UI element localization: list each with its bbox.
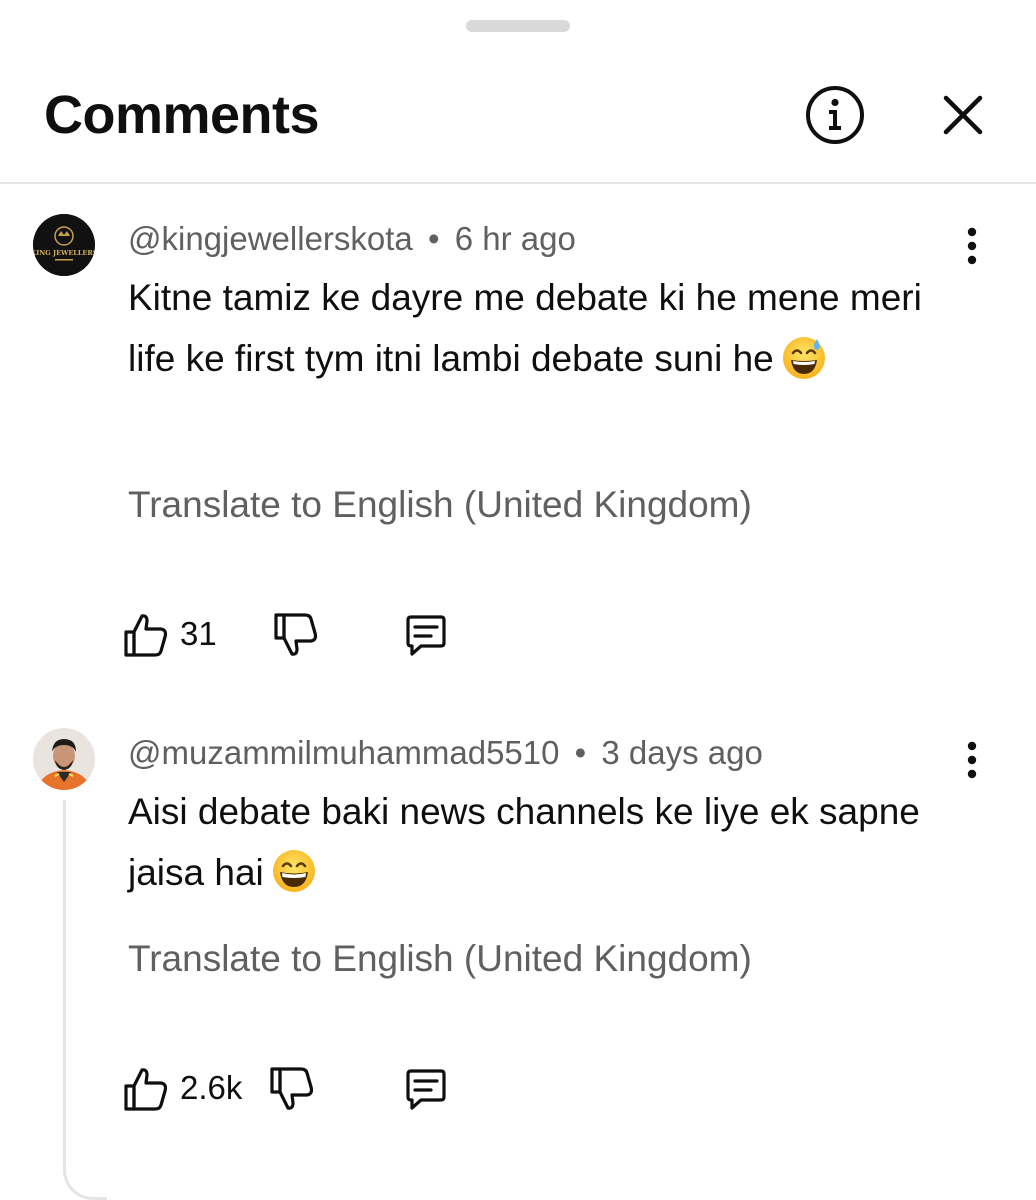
comment-text: Aisi debate baki news channels ke liye e…	[128, 781, 968, 903]
comment-time[interactable]: 6 hr ago	[455, 220, 576, 257]
comments-sheet: Comments KING JEWELLERS @kingjewellersko…	[0, 0, 1036, 1200]
info-button[interactable]	[804, 84, 866, 146]
thumbs-up-icon	[124, 1068, 168, 1111]
more-vertical-icon	[967, 227, 977, 265]
avatar[interactable]	[33, 728, 95, 790]
comment-text: Kitne tamiz ke dayre me debate ki he men…	[128, 267, 968, 389]
reply-icon	[406, 1069, 446, 1110]
like-count: 2.6k	[180, 1069, 243, 1106]
comment-body: Aisi debate baki news channels ke liye e…	[128, 791, 920, 893]
more-vertical-icon	[967, 741, 977, 779]
user-photo	[33, 728, 95, 790]
comment-meta: @kingjewellerskota • 6 hr ago	[128, 219, 576, 259]
reply-button[interactable]	[400, 1066, 452, 1114]
thumbs-down-icon	[270, 1067, 314, 1110]
translate-link[interactable]: Translate to English (United Kingdom)	[128, 936, 752, 982]
reply-icon	[406, 615, 446, 656]
like-button[interactable]	[120, 1064, 172, 1114]
thread-line	[63, 800, 107, 1200]
comment-actions: 2.6k	[120, 1056, 520, 1116]
thumbs-down-icon	[274, 613, 318, 656]
grinning-face-with-sweat-emoji	[780, 333, 828, 381]
king-jewellers-logo: KING JEWELLERS	[33, 214, 95, 276]
dislike-button[interactable]	[270, 610, 322, 660]
more-options-button[interactable]	[952, 738, 992, 782]
close-button[interactable]	[934, 86, 992, 144]
reply-button[interactable]	[400, 612, 452, 660]
translate-link[interactable]: Translate to English (United Kingdom)	[128, 482, 752, 528]
avatar-logo-text: KING JEWELLERS	[33, 249, 95, 257]
avatar[interactable]: KING JEWELLERS	[33, 214, 95, 276]
comment-actions: 31	[120, 602, 520, 662]
grinning-face-with-smiling-eyes-emoji	[270, 847, 318, 895]
close-icon	[943, 95, 983, 135]
header-divider	[0, 182, 1036, 184]
dislike-button[interactable]	[266, 1064, 318, 1114]
comment-time[interactable]: 3 days ago	[601, 734, 762, 771]
comment-meta: @muzammilmuhammad5510 • 3 days ago	[128, 733, 763, 773]
comment-author[interactable]: @kingjewellerskota	[128, 220, 413, 257]
info-circle-icon	[806, 86, 864, 144]
comment-author[interactable]: @muzammilmuhammad5510	[128, 734, 559, 771]
drag-handle[interactable]	[466, 20, 570, 32]
meta-separator: •	[574, 734, 587, 771]
like-count: 31	[180, 615, 217, 652]
like-button[interactable]	[120, 610, 172, 660]
more-options-button[interactable]	[952, 224, 992, 268]
thumbs-up-icon	[124, 614, 168, 657]
page-title: Comments	[44, 85, 320, 145]
meta-separator: •	[427, 220, 440, 257]
